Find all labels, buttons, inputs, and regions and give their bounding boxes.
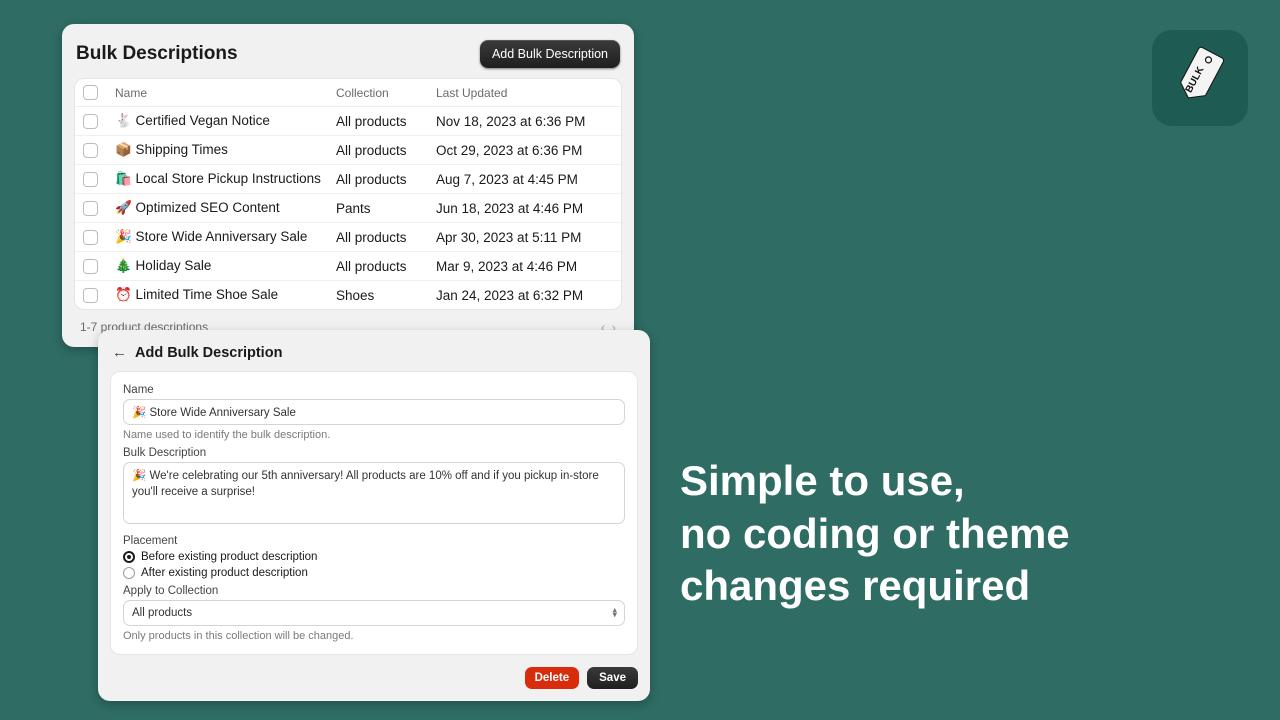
row-checkbox[interactable] (83, 143, 98, 158)
col-collection: Collection (336, 86, 436, 100)
placement-before-radio[interactable] (123, 551, 135, 563)
table-row[interactable]: 🎉 Store Wide Anniversary SaleAll product… (75, 222, 621, 251)
add-bulk-description-panel: ← Add Bulk Description Name Name used to… (98, 330, 650, 701)
row-name: 🎉 Store Wide Anniversary Sale (115, 229, 336, 245)
row-checkbox[interactable] (83, 288, 98, 303)
table-header: Name Collection Last Updated (75, 79, 621, 107)
form-card: Name Name used to identify the bulk desc… (110, 371, 638, 655)
name-input[interactable] (123, 399, 625, 425)
placement-after-radio[interactable] (123, 567, 135, 579)
headline-line: changes required (680, 560, 1240, 613)
table-row[interactable]: 🎄 Holiday SaleAll productsMar 9, 2023 at… (75, 251, 621, 280)
row-checkbox[interactable] (83, 259, 98, 274)
row-updated: Oct 29, 2023 at 6:36 PM (436, 143, 611, 158)
descriptions-table: Name Collection Last Updated 🐇 Certified… (74, 78, 622, 310)
row-collection: Shoes (336, 288, 436, 303)
row-name: 📦 Shipping Times (115, 142, 336, 158)
row-collection: All products (336, 259, 436, 274)
apply-help: Only products in this collection will be… (123, 630, 625, 642)
app-icon: BULK (1152, 30, 1248, 126)
row-checkbox[interactable] (83, 201, 98, 216)
table-row[interactable]: 🚀 Optimized SEO ContentPantsJun 18, 2023… (75, 193, 621, 222)
form-title: Add Bulk Description (135, 345, 282, 361)
headline-line: Simple to use, (680, 455, 1240, 508)
delete-button[interactable]: Delete (525, 667, 580, 689)
row-checkbox[interactable] (83, 114, 98, 129)
name-label: Name (123, 384, 625, 396)
row-collection: All products (336, 143, 436, 158)
row-name: 🚀 Optimized SEO Content (115, 200, 336, 216)
row-updated: Nov 18, 2023 at 6:36 PM (436, 114, 611, 129)
row-updated: Apr 30, 2023 at 5:11 PM (436, 230, 611, 245)
row-collection: Pants (336, 201, 436, 216)
name-help: Name used to identify the bulk descripti… (123, 429, 625, 441)
select-all-checkbox[interactable] (83, 85, 98, 100)
row-updated: Aug 7, 2023 at 4:45 PM (436, 172, 611, 187)
desc-textarea[interactable] (123, 462, 625, 524)
add-bulk-description-button[interactable]: Add Bulk Description (480, 40, 620, 68)
row-name: 🛍️ Local Store Pickup Instructions (115, 171, 336, 187)
row-checkbox[interactable] (83, 172, 98, 187)
row-collection: All products (336, 230, 436, 245)
placement-before-label: Before existing product description (141, 551, 317, 563)
table-row[interactable]: 🛍️ Local Store Pickup InstructionsAll pr… (75, 164, 621, 193)
table-row[interactable]: ⏰ Limited Time Shoe SaleShoesJan 24, 202… (75, 280, 621, 309)
marketing-headline: Simple to use, no coding or theme change… (680, 455, 1240, 613)
table-row[interactable]: 📦 Shipping TimesAll productsOct 29, 2023… (75, 135, 621, 164)
save-button[interactable]: Save (587, 667, 638, 689)
panel-title: Bulk Descriptions (76, 43, 238, 65)
bulk-descriptions-panel: Bulk Descriptions Add Bulk Description N… (62, 24, 634, 347)
placement-label: Placement (123, 535, 625, 547)
row-name: 🐇 Certified Vegan Notice (115, 113, 336, 129)
price-tag-icon: BULK (1166, 44, 1234, 112)
apply-label: Apply to Collection (123, 585, 625, 597)
col-updated: Last Updated (436, 86, 611, 100)
back-arrow-icon[interactable]: ← (112, 344, 127, 361)
row-collection: All products (336, 172, 436, 187)
row-collection: All products (336, 114, 436, 129)
row-updated: Jun 18, 2023 at 4:46 PM (436, 201, 611, 216)
col-name: Name (115, 86, 336, 100)
row-checkbox[interactable] (83, 230, 98, 245)
row-name: ⏰ Limited Time Shoe Sale (115, 287, 336, 303)
placement-after-label: After existing product description (141, 567, 308, 579)
headline-line: no coding or theme (680, 508, 1240, 561)
row-updated: Mar 9, 2023 at 4:46 PM (436, 259, 611, 274)
desc-label: Bulk Description (123, 447, 625, 459)
table-row[interactable]: 🐇 Certified Vegan NoticeAll productsNov … (75, 107, 621, 135)
row-name: 🎄 Holiday Sale (115, 258, 336, 274)
row-updated: Jan 24, 2023 at 6:32 PM (436, 288, 611, 303)
collection-select[interactable]: All products (123, 600, 625, 626)
